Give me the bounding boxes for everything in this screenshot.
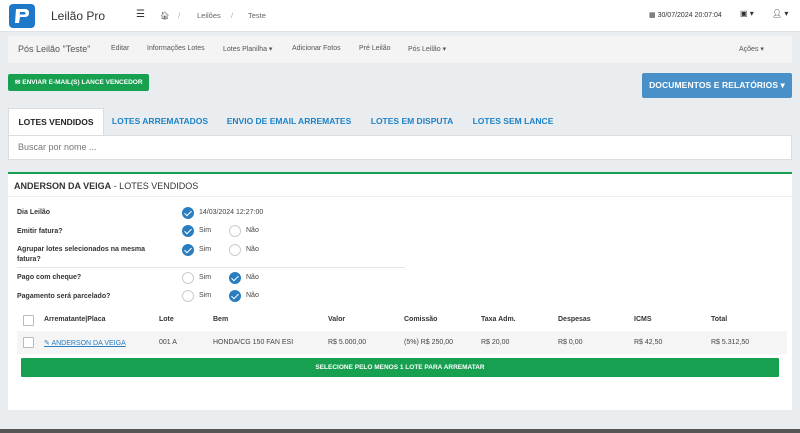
pago-cheque-nao-label: Não bbox=[246, 274, 259, 281]
column-header-total: Total bbox=[711, 316, 728, 323]
calendar-icon: ▦ bbox=[649, 12, 656, 19]
cell-despesas: R$ 0,00 bbox=[558, 339, 583, 346]
select-all-checkbox[interactable] bbox=[23, 315, 34, 326]
subnav-adicionar-fotos[interactable]: Adicionar Fotos bbox=[292, 45, 341, 52]
dia-leilao-label: Dia Leilão bbox=[17, 209, 51, 216]
arrematante-name: ANDERSON DA VEIGA bbox=[51, 340, 126, 347]
emitir-fatura-nao-radio[interactable] bbox=[229, 225, 241, 237]
column-header-despesas: Despesas bbox=[558, 316, 591, 323]
agrupar-sim-radio[interactable] bbox=[182, 244, 194, 256]
agrupar-lotes-label: Agrupar lotes selecionados na mesma fatu… bbox=[17, 246, 145, 263]
dia-leilao-value: 14/03/2024 12:27:00 bbox=[199, 209, 264, 216]
menu-icon[interactable]: ☰ bbox=[136, 9, 145, 20]
agrupar-nao-radio[interactable] bbox=[229, 244, 241, 256]
breadcrumb-separator: / bbox=[231, 11, 234, 20]
emitir-fatura-sim-label: Sim bbox=[199, 227, 212, 234]
subnav-title: Pós Leilão "Teste" bbox=[18, 44, 91, 54]
sub-navigation: Pós Leilão "Teste" Editar Informações Lo… bbox=[8, 36, 792, 63]
row-checkbox[interactable] bbox=[23, 337, 34, 348]
panel-title: ANDERSON DA VEIGA - LOTES VENDIDOS bbox=[14, 181, 198, 191]
parcelado-label: Pagamento será parcelado? bbox=[17, 293, 111, 300]
cell-taxa-adm: R$ 20,00 bbox=[481, 339, 510, 346]
cell-lote: 001 A bbox=[159, 339, 177, 346]
column-header-arrematante: Arrematante|Placa bbox=[44, 316, 106, 323]
breadcrumb-leiloes[interactable]: Leilões bbox=[197, 11, 221, 20]
search-input[interactable]: Buscar por nome ... bbox=[8, 135, 792, 160]
envelope-icon: ✉ bbox=[15, 79, 21, 86]
home-icon[interactable]: 🏠︎ bbox=[160, 11, 170, 20]
breadcrumb-current: Teste bbox=[248, 11, 266, 20]
table-row bbox=[17, 331, 787, 354]
pago-cheque-sim-radio[interactable] bbox=[182, 272, 194, 284]
user-menu-icon[interactable]: 👤︎ ▾ bbox=[772, 9, 788, 18]
send-email-label: ENVIAR E-MAIL(S) LANCE VENCEDOR bbox=[22, 79, 143, 86]
divider bbox=[8, 196, 792, 197]
cell-icms: R$ 42,50 bbox=[634, 339, 663, 346]
tab-lotes-vendidos[interactable]: LOTES VENDIDOS bbox=[8, 108, 104, 135]
cell-valor: R$ 5.000,00 bbox=[328, 339, 367, 346]
parcelado-sim-label: Sim bbox=[199, 292, 212, 299]
parcelado-sim-radio[interactable] bbox=[182, 290, 194, 302]
cell-comissao: (5%) R$ 250,00 bbox=[404, 339, 454, 346]
select-lot-button[interactable]: SELECIONE PELO MENOS 1 LOTE PARA ARREMAT… bbox=[21, 358, 779, 377]
parcelado-nao-radio[interactable] bbox=[229, 290, 241, 302]
grid-menu-icon[interactable]: ▣ ▾ bbox=[740, 9, 754, 18]
subnav-pre-leilao[interactable]: Pré Leilão bbox=[359, 45, 391, 52]
column-header-comissao: Comissão bbox=[404, 316, 438, 323]
subnav-pos-leilao[interactable]: Pós Leilão ▾ bbox=[408, 45, 446, 53]
lotes-vendidos-panel: ANDERSON DA VEIGA - LOTES VENDIDOS Dia L… bbox=[8, 172, 792, 410]
tab-lotes-sem-lance[interactable]: LOTES SEM LANCE bbox=[468, 108, 558, 135]
cell-bem: HONDA/CG 150 FAN ESI bbox=[213, 339, 294, 346]
datetime-text: 30/07/2024 20:07:04 bbox=[657, 12, 722, 19]
panel-title-name: ANDERSON DA VEIGA bbox=[14, 181, 112, 191]
emitir-fatura-label: Emitir fatura? bbox=[17, 228, 63, 235]
agrupar-sim-label: Sim bbox=[199, 246, 212, 253]
pago-cheque-nao-radio[interactable] bbox=[229, 272, 241, 284]
documents-reports-button[interactable]: DOCUMENTOS E RELATÓRIOS ▾ bbox=[642, 73, 792, 98]
subnav-informacoes-lotes[interactable]: Informações Lotes bbox=[147, 45, 205, 52]
panel-title-suffix: - LOTES VENDIDOS bbox=[111, 181, 199, 191]
send-email-button[interactable]: ✉ ENVIAR E-MAIL(S) LANCE VENCEDOR bbox=[8, 74, 149, 91]
agrupar-nao-label: Não bbox=[246, 246, 259, 253]
parcelado-nao-label: Não bbox=[246, 292, 259, 299]
tab-lotes-arrematados[interactable]: LOTES ARREMATADOS bbox=[108, 108, 212, 135]
pago-cheque-sim-label: Sim bbox=[199, 274, 212, 281]
breadcrumb-separator: / bbox=[178, 11, 181, 20]
divider bbox=[17, 267, 405, 268]
pago-cheque-label: Pago com cheque? bbox=[17, 274, 82, 281]
column-header-bem: Bem bbox=[213, 316, 229, 323]
app-title: Leilão Pro bbox=[51, 9, 106, 23]
subnav-editar[interactable]: Editar bbox=[111, 45, 129, 52]
edit-icon: ✎ bbox=[44, 340, 50, 347]
subnav-acoes[interactable]: Ações ▾ bbox=[739, 45, 764, 53]
logo[interactable] bbox=[9, 4, 35, 28]
tab-envio-email-arremates[interactable]: ENVIO DE EMAIL ARREMATES bbox=[222, 108, 356, 135]
emitir-fatura-nao-label: Não bbox=[246, 227, 259, 234]
column-header-valor: Valor bbox=[328, 316, 346, 323]
top-bar: Leilão Pro ☰ 🏠︎ / Leilões / Teste ▦ 30/0… bbox=[0, 0, 800, 32]
tabs: LOTES VENDIDOS LOTES ARREMATADOS ENVIO D… bbox=[8, 108, 792, 135]
subnav-lotes-planilha[interactable]: Lotes Planilha ▾ bbox=[223, 45, 272, 53]
logo-icon bbox=[15, 9, 29, 23]
datetime: ▦ 30/07/2024 20:07:04 bbox=[649, 11, 722, 19]
column-header-taxa-adm: Taxa Adm. bbox=[481, 316, 516, 323]
cell-total: R$ 5.312,50 bbox=[711, 339, 750, 346]
emitir-fatura-sim-radio[interactable] bbox=[182, 225, 194, 237]
tab-lotes-em-disputa[interactable]: LOTES EM DISPUTA bbox=[366, 108, 458, 135]
column-header-icms: ICMS bbox=[634, 316, 652, 323]
window-bottom-edge bbox=[0, 429, 800, 433]
dia-leilao-check[interactable] bbox=[182, 207, 194, 219]
column-header-lote: Lote bbox=[159, 316, 174, 323]
arrematante-link[interactable]: ✎ ANDERSON DA VEIGA bbox=[44, 339, 126, 347]
